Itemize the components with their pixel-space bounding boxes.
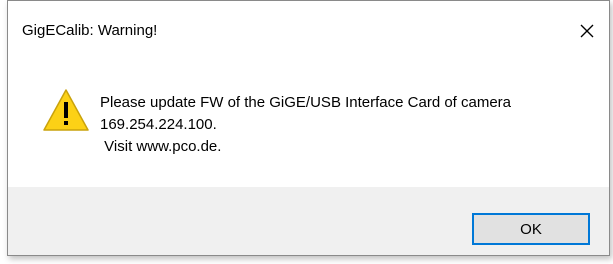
warning-message: Please update FW of the GiGE/USB Interfa…: [100, 92, 511, 158]
ok-button[interactable]: OK: [472, 213, 590, 245]
ok-button-label: OK: [520, 220, 542, 238]
warning-dialog: GigECalib: Warning! Please update FW of …: [7, 0, 610, 256]
message-line-1: Please update FW of the GiGE/USB Interfa…: [100, 94, 512, 111]
message-line-3: Visit www.pco.de.: [100, 138, 222, 155]
message-line-2: 169.254.224.100.: [100, 116, 217, 133]
window-title: GigECalib: Warning!: [22, 22, 158, 39]
title-bar: GigECalib: Warning!: [8, 1, 609, 63]
close-button[interactable]: [573, 17, 601, 45]
dialog-content: Please update FW of the GiGE/USB Interfa…: [8, 63, 609, 187]
warning-icon: [43, 89, 89, 131]
close-icon: [580, 24, 594, 38]
button-bar: OK: [8, 187, 609, 255]
